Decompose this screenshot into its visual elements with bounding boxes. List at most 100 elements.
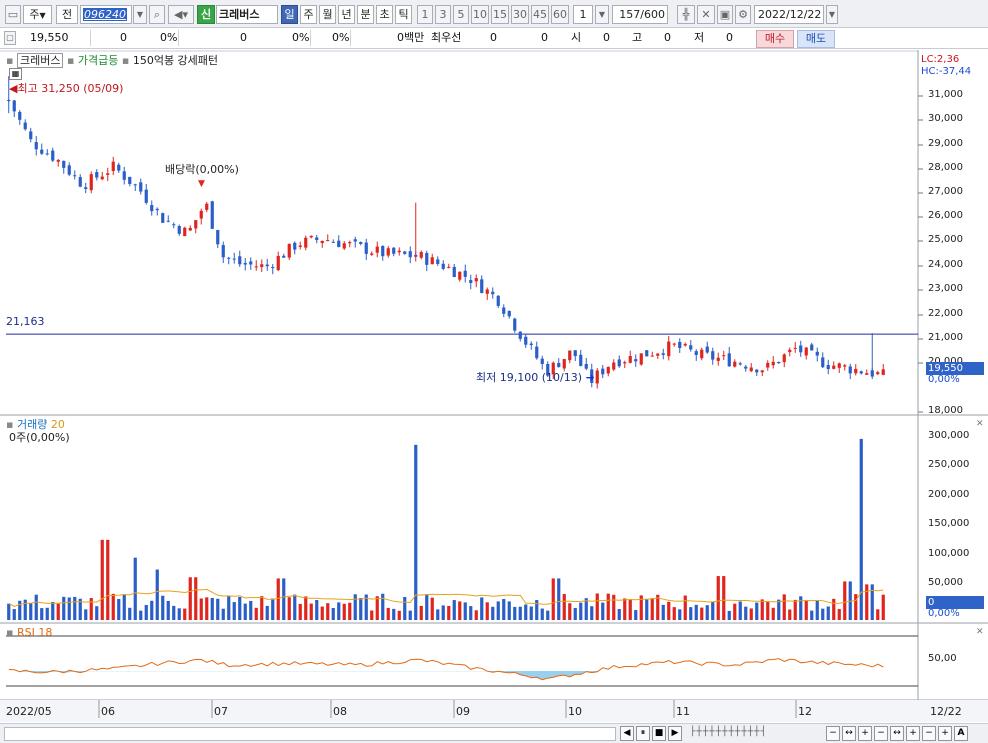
- volume-bar: [606, 593, 610, 620]
- price-tick: 21,000: [928, 332, 963, 343]
- candle-body: [612, 362, 616, 370]
- collapse-icon[interactable]: ▢: [4, 31, 16, 45]
- range-field[interactable]: 157/600: [612, 5, 668, 24]
- volume-bar: [727, 610, 731, 620]
- minute-option-30[interactable]: 30: [511, 5, 529, 24]
- high-note-text: 최고 31,250 (05/09): [17, 82, 124, 95]
- candle-type-icon[interactable]: ╬: [677, 5, 695, 24]
- tab-0[interactable]: 일: [281, 5, 298, 24]
- volume-bar: [276, 578, 280, 620]
- minimize-icon[interactable]: −: [874, 726, 888, 741]
- candle-body: [199, 210, 203, 219]
- count-dropdown-icon[interactable]: ▼: [595, 5, 609, 24]
- menu-icon[interactable]: ▭: [5, 5, 21, 24]
- maximize-icon[interactable]: +: [906, 726, 920, 741]
- zoom-in-icon[interactable]: +: [858, 726, 872, 741]
- buy-button[interactable]: 매수: [756, 30, 794, 48]
- save-icon[interactable]: ▣: [717, 5, 733, 24]
- volume-bar: [430, 597, 434, 620]
- sell-button[interactable]: 매도: [797, 30, 835, 48]
- volume-bar: [45, 607, 49, 620]
- candle-body: [298, 245, 302, 247]
- minute-option-10[interactable]: 10: [471, 5, 489, 24]
- minute-option-3[interactable]: 3: [435, 5, 451, 24]
- minute-option-60[interactable]: 60: [551, 5, 569, 24]
- candle-body: [287, 243, 291, 258]
- stop-icon[interactable]: ■: [652, 726, 666, 741]
- tab-4[interactable]: 분: [357, 5, 374, 24]
- sound-icon[interactable]: ◀▾: [168, 5, 194, 24]
- code-dropdown-icon[interactable]: ▼: [133, 5, 147, 24]
- fit-icon[interactable]: ↔: [842, 726, 856, 741]
- search-icon[interactable]: ⌕: [149, 5, 165, 24]
- candle-body: [485, 289, 489, 294]
- candle-body: [111, 161, 115, 171]
- date-tick: 07: [214, 705, 228, 718]
- chart-canvas[interactable]: [0, 50, 988, 743]
- price-tick: 29,000: [928, 138, 963, 149]
- candle-body: [799, 345, 803, 353]
- restore-icon[interactable]: ↔: [890, 726, 904, 741]
- tab-2[interactable]: 월: [319, 5, 336, 24]
- zoom-out-icon[interactable]: −: [826, 726, 840, 741]
- font-icon[interactable]: A: [954, 726, 968, 741]
- volume-bar: [590, 606, 594, 620]
- scroll-track[interactable]: [4, 727, 616, 741]
- pause-icon[interactable]: ⏸: [636, 726, 650, 741]
- candle-body: [469, 280, 473, 283]
- quote-prev: 0: [240, 31, 247, 44]
- quote-priority-label: 최우선: [431, 31, 462, 44]
- candle-body: [491, 291, 495, 295]
- zoom-in-small-icon[interactable]: +: [938, 726, 952, 741]
- tab-5[interactable]: 초: [376, 5, 393, 24]
- gear-icon[interactable]: ⚙: [735, 5, 751, 24]
- volume-bar: [51, 602, 55, 620]
- grid-icon[interactable]: ▦: [9, 68, 22, 80]
- minute-option-15[interactable]: 15: [491, 5, 509, 24]
- tab-3[interactable]: 년: [338, 5, 355, 24]
- current-price-pct: 0,00%: [928, 374, 960, 385]
- close-icon[interactable]: ✕: [976, 626, 984, 639]
- candle-body: [106, 173, 110, 175]
- stock-code-input[interactable]: 096240: [80, 5, 132, 24]
- volume-bar: [73, 596, 77, 620]
- volume-bar: [199, 598, 203, 620]
- volume-bar: [562, 593, 566, 620]
- date-field[interactable]: 2022/12/22: [754, 5, 824, 24]
- candle-body: [777, 361, 781, 364]
- volume-bar: [815, 600, 819, 620]
- minute-option-45[interactable]: 45: [531, 5, 549, 24]
- calendar-dropdown-icon[interactable]: ▼: [826, 5, 838, 24]
- volume-bar: [144, 604, 148, 620]
- volume-bar: [403, 596, 407, 620]
- candle-body: [738, 363, 742, 365]
- volume-bar: [7, 603, 11, 620]
- period-select[interactable]: 주▼: [23, 5, 52, 24]
- volume-bar: [540, 608, 544, 620]
- candle-body: [188, 227, 192, 231]
- candle-body: [689, 345, 693, 350]
- minute-option-5[interactable]: 5: [453, 5, 469, 24]
- candle-body: [452, 266, 456, 278]
- candle-body: [320, 240, 324, 244]
- tab-1[interactable]: 주: [300, 5, 317, 24]
- minute-option-1[interactable]: 1: [417, 5, 433, 24]
- candle-body: [29, 131, 33, 140]
- zoom-out-small-icon[interactable]: −: [922, 726, 936, 741]
- scroll-left-icon[interactable]: ◀: [620, 726, 634, 741]
- count-select[interactable]: 1: [573, 5, 593, 24]
- indicator-icon[interactable]: ✕: [697, 5, 715, 24]
- tab-6[interactable]: 틱: [395, 5, 412, 24]
- close-icon[interactable]: ✕: [976, 418, 984, 431]
- volume-bar: [458, 601, 462, 620]
- zoom-slider[interactable]: ├┼┼┼┼┼┼┼┼┼┼┤: [690, 727, 800, 741]
- candle-body: [238, 256, 242, 265]
- market-select[interactable]: 전: [56, 5, 78, 24]
- candle-body: [623, 362, 627, 364]
- volume-bar: [474, 610, 478, 620]
- candle-body: [436, 259, 440, 264]
- price-tick: 25,000: [928, 234, 963, 245]
- candle-body: [221, 245, 225, 258]
- volume-bar: [749, 608, 753, 620]
- scroll-right-icon[interactable]: ▶: [668, 726, 682, 741]
